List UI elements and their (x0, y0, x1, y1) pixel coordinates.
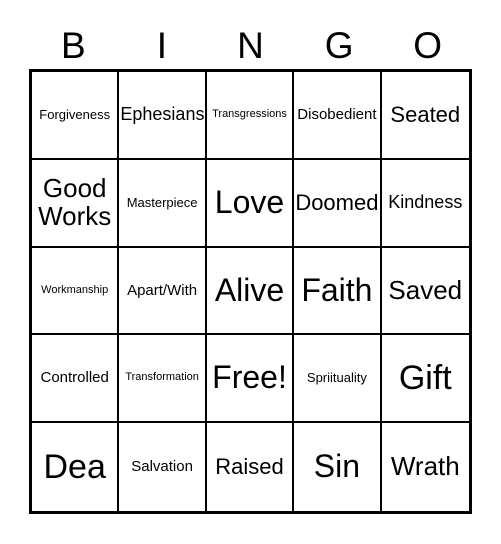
bingo-cell[interactable]: Transformation (119, 335, 207, 424)
bingo-cell[interactable]: Saved (381, 247, 469, 336)
bingo-cell-label: Raised (215, 454, 284, 480)
bingo-cell-label: Love (214, 183, 285, 220)
bingo-cell-label: Spriituality (306, 370, 367, 386)
bingo-cell-label: Alive (214, 271, 285, 308)
bingo-cell-label: Controlled (40, 369, 109, 387)
bingo-cell[interactable]: Ephesians (119, 72, 207, 160)
bingo-cell-label: Disobedient (297, 105, 377, 123)
bingo-cell[interactable]: Apart/With (119, 247, 207, 336)
bingo-cell-label: Masterpiece (126, 194, 198, 210)
bingo-cell[interactable]: Gift (381, 335, 469, 424)
bingo-cell[interactable]: Forgiveness (32, 72, 120, 160)
bingo-cell-label: Dea (43, 448, 106, 487)
bingo-cell[interactable]: Dea (32, 423, 120, 511)
bingo-cell[interactable]: Salvation (119, 423, 207, 511)
bingo-cell-label: Gift (398, 359, 452, 398)
header-letter-i: I (156, 25, 168, 66)
bingo-cell[interactable]: Love (206, 159, 295, 248)
bingo-cell-label: Forgiveness (39, 107, 111, 123)
bingo-cell[interactable]: Sin (294, 423, 382, 511)
bingo-cell[interactable]: Seated (381, 72, 469, 160)
bingo-cell-label: Sin (313, 448, 361, 485)
bingo-cell-label: Free! (212, 359, 287, 396)
bingo-cell[interactable]: Free! (206, 335, 295, 424)
bingo-cell[interactable]: Transgressions (206, 72, 295, 160)
bingo-cell-label: Doomed (295, 190, 379, 216)
bingo-cell-label: Wrath (390, 451, 460, 482)
bingo-cell[interactable]: Alive (206, 247, 295, 336)
bingo-cell-label: Kindness (388, 192, 463, 213)
bingo-cell-label: Apart/With (127, 281, 198, 299)
bingo-cell[interactable]: Doomed (294, 159, 382, 248)
bingo-cell-label: Transgressions (212, 108, 287, 121)
header-letter-n: N (237, 25, 264, 66)
bingo-cell[interactable]: Good Works (32, 159, 120, 248)
bingo-cell[interactable]: Wrath (381, 423, 469, 511)
bingo-header: B I N G O (29, 14, 472, 66)
bingo-grid: Forgiveness Ephesians Transgressions Dis… (29, 69, 472, 514)
bingo-cell[interactable]: Faith (294, 247, 382, 336)
bingo-cell[interactable]: Raised (206, 423, 295, 511)
bingo-cell[interactable]: Kindness (381, 159, 469, 248)
bingo-cell-label: Saved (388, 274, 463, 305)
bingo-cell[interactable]: Disobedient (294, 72, 382, 160)
header-letter-b: B (60, 25, 86, 66)
bingo-cell-label: Seated (390, 102, 461, 128)
bingo-cell[interactable]: Spriituality (294, 335, 382, 424)
bingo-cell[interactable]: Workmanship (32, 247, 120, 336)
bingo-card: B I N G O Forgiveness Ephesians Transgre… (0, 0, 501, 544)
bingo-cell[interactable]: Masterpiece (119, 159, 207, 248)
bingo-cell-label: Faith (301, 271, 373, 308)
bingo-cell-label: Workmanship (41, 283, 109, 296)
header-letter-g: G (324, 25, 354, 66)
bingo-cell-label: Salvation (131, 458, 193, 476)
header-letter-o: O (413, 25, 443, 66)
bingo-cell-label: Good Works (38, 173, 112, 231)
bingo-cell-label: Ephesians (120, 104, 205, 125)
bingo-cell[interactable]: Controlled (32, 335, 120, 424)
bingo-cell-label: Transformation (125, 371, 199, 384)
